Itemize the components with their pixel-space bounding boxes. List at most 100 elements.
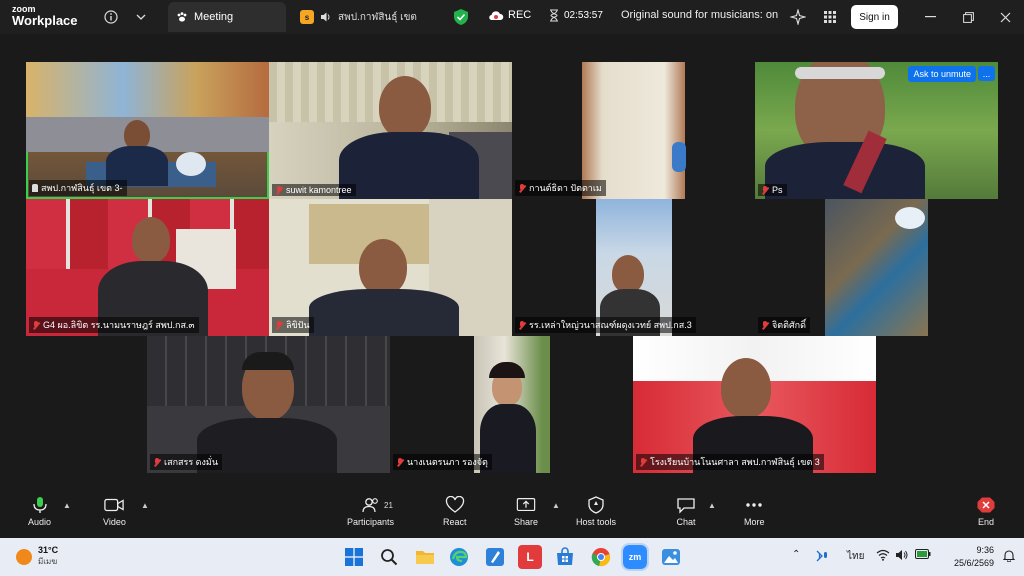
chrome-icon[interactable] bbox=[589, 545, 613, 569]
more-dots-icon bbox=[746, 503, 762, 507]
tile-more-button[interactable]: ... bbox=[978, 66, 995, 81]
wifi-icon[interactable] bbox=[876, 549, 890, 564]
video-tile-2[interactable]: suwit kamontree bbox=[269, 62, 512, 199]
video-tile-6[interactable]: ลิขิปัน bbox=[269, 199, 512, 336]
end-button[interactable]: End bbox=[976, 496, 996, 527]
ask-to-unmute-button[interactable]: Ask to unmute bbox=[908, 66, 976, 82]
tab-meeting-label: Meeting bbox=[194, 11, 234, 23]
more-button[interactable]: More bbox=[744, 496, 765, 527]
original-sound-status[interactable]: Original sound for musicians: on bbox=[621, 9, 778, 21]
photos-app-icon[interactable] bbox=[659, 545, 683, 569]
volume-icon[interactable] bbox=[895, 549, 909, 564]
audio-label: Audio bbox=[28, 517, 52, 527]
zoom-app-icon[interactable]: zm bbox=[621, 543, 649, 571]
pen-app-icon[interactable] bbox=[483, 545, 507, 569]
clock-time: 9:36 bbox=[976, 545, 994, 555]
weather-condition: มีเมฆ bbox=[38, 557, 58, 566]
muted-mic-icon bbox=[518, 320, 526, 330]
chat-button[interactable]: Chat bbox=[676, 496, 696, 527]
file-explorer-icon[interactable] bbox=[413, 545, 437, 569]
audio-button[interactable]: Audio bbox=[28, 496, 51, 527]
video-tile-11[interactable]: โรงเรียนบ้านโนนศาลา สพป.กาฬสินธุ์ เขต 3 bbox=[633, 336, 876, 473]
info-icon[interactable] bbox=[102, 8, 120, 26]
video-tile-4[interactable]: Ask to unmute ... Ps bbox=[755, 62, 998, 199]
video-tile-5[interactable]: G4 ผอ.ลิขิต รร.นามนราษฎร์ สพป.กส.๓ bbox=[26, 199, 269, 336]
start-menu-icon[interactable] bbox=[342, 545, 366, 569]
participant-name: จิตติศักดิ์ bbox=[758, 317, 810, 333]
weather-widget[interactable]: 31°C มีเมฆ bbox=[16, 545, 58, 568]
windows-taskbar: 31°C มีเมฆ L zm ⌃ ไทย 9:36 25/6/2569 bbox=[0, 538, 1024, 576]
sparkle-icon[interactable] bbox=[789, 8, 807, 26]
video-button[interactable]: Video bbox=[103, 496, 126, 527]
chat-label: Chat bbox=[676, 517, 696, 527]
edge-browser-icon[interactable] bbox=[447, 545, 471, 569]
share-options-icon[interactable]: ▲ bbox=[552, 501, 560, 510]
host-tools-label: Host tools bbox=[576, 517, 617, 527]
tab-share-label: สพป.กาฬสินธุ์ เขต bbox=[338, 11, 417, 23]
host-shield-icon bbox=[588, 496, 604, 514]
meeting-timer: 02:53:57 bbox=[549, 9, 603, 22]
title-bar: zoom Workplace Meeting s สพป.กาฬสินธุ์ เ… bbox=[0, 0, 1024, 34]
chat-options-icon[interactable]: ▲ bbox=[708, 501, 716, 510]
sign-in-button[interactable]: Sign in bbox=[851, 5, 898, 29]
share-label: Share bbox=[514, 517, 539, 527]
audio-options-icon[interactable]: ▲ bbox=[63, 501, 71, 510]
sun-icon bbox=[16, 548, 32, 565]
participants-icon bbox=[361, 498, 378, 513]
muted-mic-icon bbox=[153, 457, 161, 467]
chat-bubble-icon bbox=[677, 498, 695, 514]
tab-meeting[interactable]: Meeting bbox=[168, 2, 286, 32]
participant-name: นางเนตรนภา รองจัตุ bbox=[393, 454, 492, 470]
video-tile-3[interactable]: กานต์ธิดา ปัตตาเม bbox=[512, 62, 755, 199]
input-language[interactable]: ไทย bbox=[847, 549, 864, 564]
line-app-icon[interactable]: L bbox=[518, 545, 542, 569]
muted-mic-icon bbox=[275, 320, 283, 330]
video-tile-7[interactable]: รร.เหล่าใหญ่วนาสณฑ์ผดุงเวทย์ สพป.กส.3 bbox=[512, 199, 755, 336]
close-icon[interactable] bbox=[998, 10, 1012, 24]
tab-share[interactable]: s สพป.กาฬสินธุ์ เขต bbox=[300, 5, 417, 29]
muted-mic-icon bbox=[639, 457, 647, 467]
microphone-icon bbox=[32, 497, 47, 513]
participants-count: 21 bbox=[384, 501, 393, 510]
end-label: End bbox=[977, 517, 994, 527]
muted-mic-icon bbox=[518, 183, 526, 193]
share-screen-icon bbox=[516, 498, 536, 512]
react-button[interactable]: React bbox=[443, 496, 467, 527]
tray-expand-icon[interactable]: ⌃ bbox=[792, 549, 800, 560]
end-call-icon bbox=[977, 497, 995, 513]
restore-icon[interactable] bbox=[961, 10, 975, 24]
participant-name: ลิขิปัน bbox=[272, 317, 314, 333]
share-button[interactable]: Share bbox=[514, 496, 538, 527]
chevron-down-icon[interactable] bbox=[132, 8, 150, 26]
participant-name: Ps bbox=[758, 184, 787, 196]
video-camera-icon bbox=[104, 498, 125, 512]
temperature: 31°C bbox=[38, 545, 59, 555]
video-label: Video bbox=[103, 517, 126, 527]
search-icon[interactable] bbox=[377, 545, 401, 569]
video-tile-1[interactable]: สพป.กาฬสินธุ์ เขต 3- bbox=[26, 62, 269, 199]
heart-icon bbox=[445, 496, 464, 513]
video-tile-9[interactable]: เสกสรร ดงมั่น bbox=[147, 336, 390, 473]
muted-mic-icon bbox=[32, 320, 40, 330]
security-shield-icon[interactable] bbox=[453, 8, 469, 26]
minimize-icon[interactable] bbox=[923, 10, 937, 24]
host-tools-button[interactable]: Host tools bbox=[576, 496, 616, 527]
clock-date: 25/6/2569 bbox=[953, 558, 994, 568]
notification-bell-icon[interactable] bbox=[1002, 549, 1016, 565]
video-options-icon[interactable]: ▲ bbox=[141, 501, 149, 510]
system-clock[interactable]: 9:36 25/6/2569 bbox=[946, 544, 994, 570]
cloud-record-icon bbox=[489, 10, 504, 20]
video-tile-10[interactable]: นางเนตรนภา รองจัตุ bbox=[390, 336, 633, 473]
battery-icon[interactable] bbox=[915, 549, 931, 562]
store-icon[interactable] bbox=[553, 545, 577, 569]
muted-mic-icon bbox=[396, 457, 404, 467]
participants-label: Participants bbox=[347, 517, 395, 527]
recording-indicator[interactable]: REC bbox=[488, 9, 531, 21]
participant-name: เสกสรร ดงมั่น bbox=[150, 454, 223, 470]
muted-mic-icon bbox=[275, 185, 283, 195]
apps-grid-icon[interactable] bbox=[821, 8, 839, 26]
participant-name: รร.เหล่าใหญ่วนาสณฑ์ผดุงเวทย์ สพป.กส.3 bbox=[515, 317, 696, 333]
video-tile-8[interactable]: จิตติศักดิ์ bbox=[755, 199, 998, 336]
bluetooth-mic-icon[interactable] bbox=[813, 549, 829, 566]
react-label: React bbox=[443, 517, 467, 527]
